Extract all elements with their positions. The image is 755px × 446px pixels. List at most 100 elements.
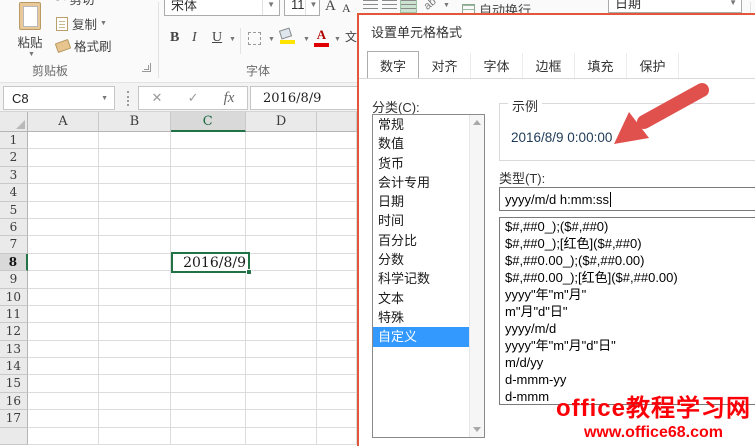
font-color-dropdown-icon[interactable]: ▼ <box>334 36 341 43</box>
grid-cell[interactable] <box>317 271 357 289</box>
grid-cell[interactable] <box>170 392 246 411</box>
grid-cell[interactable] <box>245 375 318 393</box>
grid-cell[interactable] <box>317 358 357 376</box>
grid-cell[interactable] <box>317 201 357 219</box>
scroll-down-icon[interactable] <box>473 427 481 432</box>
grid-cell[interactable] <box>99 358 171 376</box>
scroll-up-icon[interactable] <box>473 120 481 125</box>
grid-cell[interactable] <box>99 410 171 428</box>
row-header-4[interactable]: 4 <box>0 184 28 202</box>
grid-cell[interactable] <box>27 305 100 324</box>
category-item[interactable]: 日期 <box>373 192 469 211</box>
column-header-D[interactable]: D <box>245 112 318 132</box>
grid-cell[interactable] <box>170 427 246 446</box>
row-header-1[interactable]: 1 <box>0 132 28 150</box>
tab-2[interactable]: 对齐 <box>419 53 471 78</box>
grid-cell[interactable] <box>245 288 318 306</box>
fill-handle[interactable] <box>246 269 252 275</box>
grid-cell[interactable] <box>170 132 246 150</box>
align-top-icon[interactable] <box>363 0 378 12</box>
grid-cell[interactable] <box>170 410 246 428</box>
formula-bar-resize-handle[interactable] <box>127 91 129 106</box>
row-header-5[interactable]: 5 <box>0 201 28 219</box>
grid-cell[interactable] <box>317 166 357 185</box>
grid-cell[interactable] <box>317 410 357 428</box>
grid-cell[interactable] <box>170 323 246 341</box>
grid-cell[interactable] <box>245 253 318 272</box>
grid-cell[interactable] <box>317 149 357 167</box>
align-bottom-icon[interactable] <box>400 0 417 13</box>
grid-cell[interactable] <box>170 218 246 237</box>
grid-cell[interactable] <box>27 392 100 411</box>
cut-button[interactable]: ✂ 剪切 <box>56 0 95 8</box>
category-item[interactable]: 自定义 <box>373 327 469 347</box>
formula-input[interactable]: 2016/8/9 <box>250 86 360 110</box>
column-header-partial[interactable] <box>317 112 357 132</box>
format-list-item[interactable]: d-mmm-yy <box>500 371 755 388</box>
phonetic-button[interactable]: 文 <box>345 28 357 45</box>
format-list-item[interactable]: $#,##0.00_);[红色]($#,##0.00) <box>500 269 755 286</box>
row-header-11[interactable]: 11 <box>0 305 28 324</box>
category-item[interactable]: 特殊 <box>373 308 469 327</box>
grid-cell[interactable] <box>27 132 100 150</box>
format-list-item[interactable]: $#,##0_);[红色]($#,##0) <box>500 235 755 252</box>
grid-cell[interactable] <box>245 236 318 254</box>
tab-6[interactable]: 保护 <box>627 53 679 78</box>
fill-color-dropdown-icon[interactable]: ▼ <box>303 36 310 43</box>
grid-cell[interactable] <box>245 410 318 428</box>
grid-cell[interactable] <box>317 236 357 254</box>
grid-cell[interactable] <box>170 340 246 359</box>
grid-cell[interactable] <box>27 427 100 446</box>
orientation-icon[interactable]: ab <box>422 0 439 13</box>
grid-cell[interactable] <box>99 427 171 446</box>
grid-cell[interactable] <box>317 218 357 237</box>
grid-cell[interactable] <box>27 201 100 219</box>
grid-cell[interactable] <box>317 288 357 306</box>
grid-cell[interactable] <box>27 340 100 359</box>
row-header-7[interactable]: 7 <box>0 236 28 254</box>
grid-cell[interactable] <box>99 288 171 306</box>
row-header-6[interactable]: 6 <box>0 218 28 237</box>
column-header-C[interactable]: C <box>170 112 246 132</box>
grid-cell[interactable] <box>245 323 318 341</box>
row-header-partial[interactable] <box>0 427 28 446</box>
grid-cell[interactable] <box>317 392 357 411</box>
category-item[interactable]: 百分比 <box>373 231 469 250</box>
font-name-dropdown-icon[interactable]: ▼ <box>262 0 279 15</box>
fill-color-button[interactable] <box>278 27 295 44</box>
grid-cell[interactable] <box>170 184 246 202</box>
grid-cell[interactable] <box>99 271 171 289</box>
column-header-B[interactable]: B <box>99 112 171 132</box>
grid-cell[interactable] <box>317 253 357 272</box>
grid-cell[interactable] <box>27 236 100 254</box>
selected-cell-c8[interactable]: 2016/8/9 <box>171 252 252 275</box>
grid-cell[interactable] <box>170 271 246 289</box>
tab-3[interactable]: 字体 <box>471 53 523 78</box>
grid-cell[interactable] <box>245 218 318 237</box>
copy-button[interactable]: 复制 ▼ <box>56 14 107 33</box>
category-item[interactable]: 科学记数 <box>373 269 469 288</box>
grid-cell[interactable] <box>245 358 318 376</box>
format-list-item[interactable]: $#,##0_);($#,##0) <box>500 218 755 235</box>
grid-cell[interactable] <box>245 166 318 185</box>
format-list-item[interactable]: yyyy/m/d <box>500 320 755 337</box>
italic-button[interactable]: I <box>192 30 197 46</box>
bold-button[interactable]: B <box>170 30 179 46</box>
grid-cell[interactable] <box>245 149 318 167</box>
format-list-item[interactable]: yyyy"年"m"月" <box>500 286 755 303</box>
grid-cell[interactable] <box>99 166 171 185</box>
grid-cell[interactable] <box>27 166 100 185</box>
name-box[interactable]: C8 ▼ <box>3 86 115 110</box>
category-item[interactable]: 时间 <box>373 211 469 230</box>
row-header-2[interactable]: 2 <box>0 149 28 167</box>
number-format-combobox[interactable]: 日期 ▼ <box>608 0 742 13</box>
name-box-dropdown-icon[interactable]: ▼ <box>101 95 114 102</box>
row-header-17[interactable]: 17 <box>0 410 28 428</box>
grid-cell[interactable] <box>245 271 318 289</box>
font-size-combobox[interactable]: 11 ▼ <box>284 0 320 16</box>
grid-cell[interactable] <box>317 132 357 150</box>
format-list-item[interactable]: m/d/yy <box>500 354 755 371</box>
number-format-dropdown-icon[interactable]: ▼ <box>725 0 741 12</box>
category-item[interactable]: 常规 <box>373 115 469 134</box>
format-list-item[interactable]: m"月"d"日" <box>500 303 755 320</box>
